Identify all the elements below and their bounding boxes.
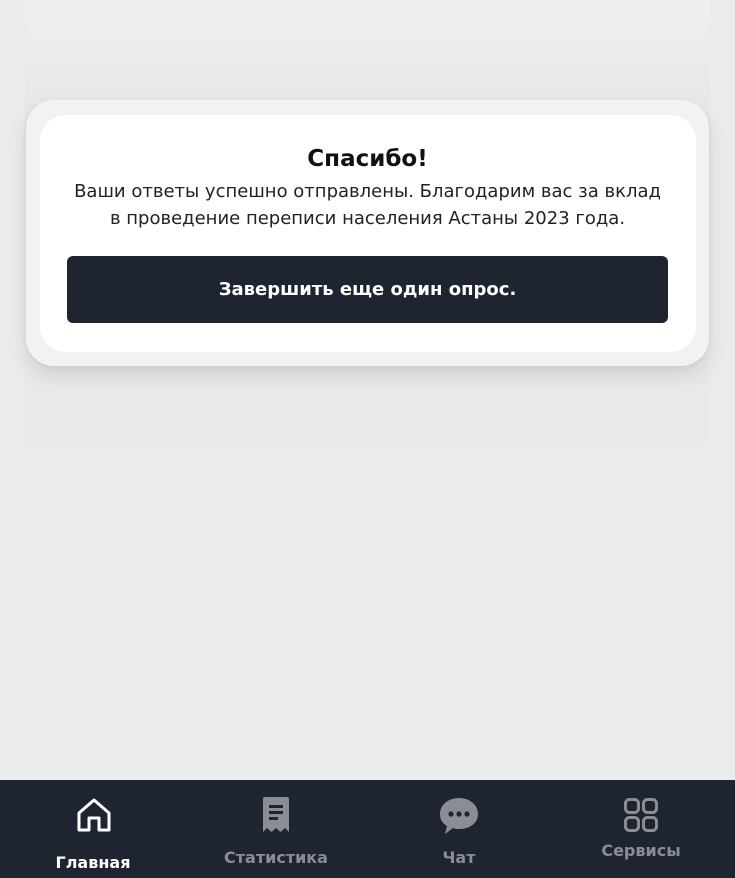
- app-screen: Спасибо! Ваши ответы успешно отправлены.…: [0, 0, 735, 878]
- nav-item-home[interactable]: Главная: [0, 780, 186, 878]
- grid-icon: [624, 798, 658, 832]
- receipt-icon: [263, 797, 289, 832]
- dialog-message: Ваши ответы успешно отправлены. Благодар…: [74, 181, 661, 229]
- nav-item-statistics[interactable]: Статистика: [186, 780, 366, 878]
- dialog-title: Спасибо!: [307, 146, 428, 172]
- home-icon: [77, 798, 111, 832]
- complete-another-survey-button[interactable]: Завершить еще один опрос.: [67, 256, 668, 323]
- nav-label-chat: Чат: [442, 848, 476, 867]
- chat-bubble-icon: [440, 798, 478, 834]
- nav-label-home: Главная: [55, 853, 131, 872]
- bottom-navigation: Главная Статистика Чат Сервисы: [0, 780, 735, 878]
- nav-item-chat[interactable]: Чат: [366, 780, 550, 878]
- nav-label-services: Сервисы: [601, 841, 681, 860]
- nav-item-services[interactable]: Сервисы: [550, 780, 735, 878]
- nav-label-statistics: Статистика: [224, 848, 328, 867]
